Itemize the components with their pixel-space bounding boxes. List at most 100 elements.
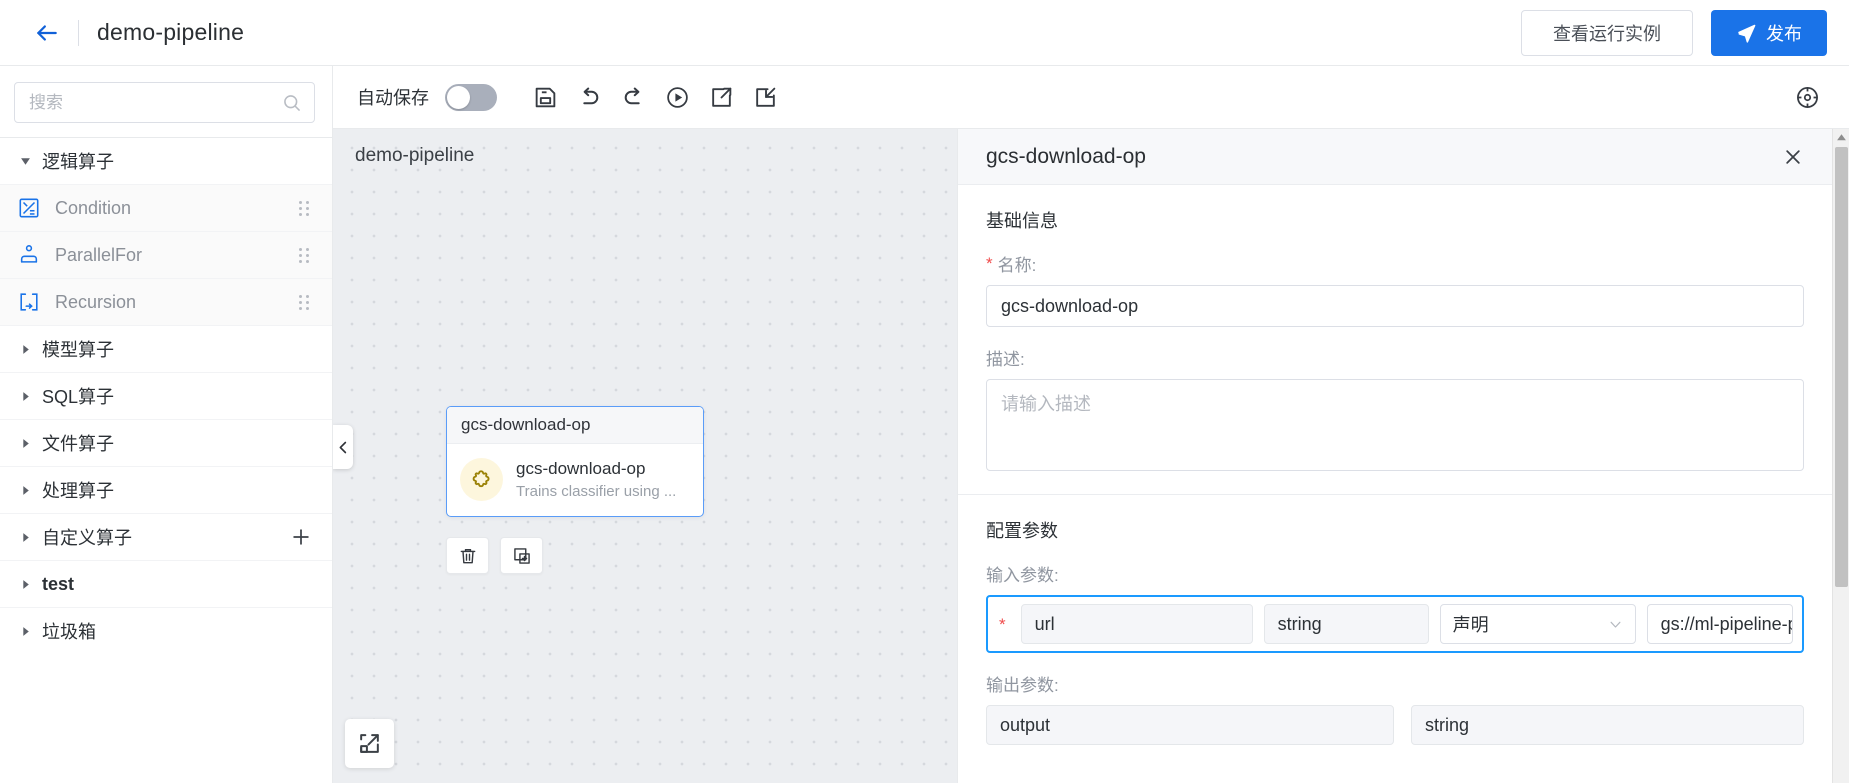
chevron-right-icon bbox=[16, 579, 34, 590]
node-body: gcs-download-op Trains classifier using … bbox=[447, 444, 703, 516]
search-container bbox=[0, 66, 332, 137]
sidebar-group-label: 文件算子 bbox=[42, 434, 114, 454]
main-column: 自动保存 demo-pipeline gcs-download-op gcs-d… bbox=[333, 66, 1849, 783]
delete-node-button[interactable] bbox=[446, 537, 489, 574]
import-button[interactable] bbox=[743, 77, 787, 117]
output-param-row: output string bbox=[986, 705, 1804, 745]
pipeline-canvas[interactable]: demo-pipeline gcs-download-op gcs-downlo… bbox=[333, 129, 957, 783]
page-title: demo-pipeline bbox=[97, 19, 245, 45]
search-input[interactable] bbox=[27, 91, 282, 114]
node-avatar bbox=[460, 458, 503, 502]
param-name-input[interactable]: url bbox=[1020, 604, 1253, 644]
sidebar-item-condition[interactable]: Condition bbox=[0, 184, 332, 231]
panel-scrollbar[interactable] bbox=[1832, 129, 1849, 783]
recursion-icon bbox=[16, 289, 42, 315]
basic-info-section: 基础信息 * 名称: 描述: bbox=[958, 185, 1832, 495]
chevron-right-icon bbox=[16, 626, 34, 637]
chevron-down-icon bbox=[1608, 617, 1623, 632]
chevron-down-icon bbox=[16, 156, 34, 167]
caret-up-icon bbox=[1836, 134, 1846, 141]
sidebar-item-label: Recursion bbox=[55, 291, 137, 312]
chevron-right-icon bbox=[16, 344, 34, 355]
panel-content: 基础信息 * 名称: 描述: bbox=[958, 185, 1832, 783]
output-param-name: output bbox=[986, 705, 1394, 745]
fit-to-screen-button[interactable] bbox=[345, 719, 394, 768]
scrollbar-thumb[interactable] bbox=[1834, 147, 1848, 587]
save-button[interactable] bbox=[523, 77, 567, 117]
scroll-up-button[interactable] bbox=[1832, 129, 1849, 146]
redo-button[interactable] bbox=[611, 77, 655, 117]
sidebar-group-trash[interactable]: 垃圾箱 bbox=[0, 607, 332, 654]
import-icon bbox=[755, 87, 775, 107]
sidebar-item-label: Condition bbox=[55, 197, 132, 218]
sidebar-item-recursion[interactable]: Recursion bbox=[0, 278, 332, 325]
pipeline-node[interactable]: gcs-download-op gcs-download-op Trains c… bbox=[446, 406, 704, 517]
description-field: 描述: bbox=[986, 345, 1804, 476]
run-icon bbox=[666, 86, 688, 108]
app-header: demo-pipeline 查看运行实例 发布 bbox=[0, 0, 1849, 66]
output-params-field: 输出参数: output string bbox=[986, 671, 1804, 745]
node-header: gcs-download-op bbox=[447, 407, 703, 444]
name-input[interactable] bbox=[986, 285, 1804, 327]
arrow-left-icon bbox=[37, 24, 57, 41]
drag-handle[interactable] bbox=[296, 294, 312, 310]
close-panel-button[interactable] bbox=[1778, 142, 1808, 172]
drag-handle[interactable] bbox=[296, 247, 312, 263]
search-box[interactable] bbox=[14, 82, 315, 123]
view-runs-label: 查看运行实例 bbox=[1553, 23, 1661, 44]
delete-icon bbox=[460, 548, 475, 563]
send-icon bbox=[1737, 24, 1756, 43]
sidebar-group-test[interactable]: test bbox=[0, 560, 332, 607]
node-toolbar bbox=[446, 537, 543, 574]
sidebar-group-model[interactable]: 模型算子 bbox=[0, 325, 332, 372]
sidebar-group-label: 模型算子 bbox=[42, 340, 114, 360]
settings-button[interactable] bbox=[1785, 77, 1829, 117]
close-icon bbox=[1786, 149, 1800, 164]
input-param-row[interactable]: * url string 声明 gs://ml-pipeline- bbox=[986, 595, 1804, 653]
publish-button[interactable]: 发布 bbox=[1711, 9, 1827, 56]
sidebar-group-logic[interactable]: 逻辑算子 bbox=[0, 137, 332, 184]
export-button[interactable] bbox=[699, 77, 743, 117]
sidebar-item-label: ParallelFor bbox=[55, 244, 143, 265]
parallel-for-icon bbox=[16, 242, 42, 268]
input-params-label: 输入参数: bbox=[986, 566, 1059, 585]
left-sidebar: 逻辑算子 Condition bbox=[0, 66, 333, 783]
param-source-select[interactable]: 声明 bbox=[1439, 604, 1636, 644]
sidebar-group-label: test bbox=[42, 573, 75, 594]
name-label-row: * 名称: bbox=[986, 251, 1804, 276]
required-marker: * bbox=[999, 614, 1006, 634]
chevron-right-icon bbox=[16, 438, 34, 449]
copy-node-button[interactable] bbox=[500, 537, 543, 574]
config-params-section: 配置参数 输入参数: * url string 声明 gs://ml-pipel… bbox=[958, 495, 1832, 763]
run-button[interactable] bbox=[655, 77, 699, 117]
sidebar-group-sql[interactable]: SQL算子 bbox=[0, 372, 332, 419]
node-config-panel: gcs-download-op 基础信息 * 名称: gcs-download-… bbox=[957, 129, 1832, 783]
add-custom-operator-button[interactable] bbox=[288, 524, 314, 550]
puzzle-icon bbox=[472, 470, 489, 488]
operator-tree: 逻辑算子 Condition ParallelFor Recursion 模型算… bbox=[0, 137, 332, 783]
sidebar-item-parallelfor[interactable]: ParallelFor bbox=[0, 231, 332, 278]
undo-button[interactable] bbox=[567, 77, 611, 117]
app-root: demo-pipeline 查看运行实例 发布 搜索 逻辑算子 Conditio… bbox=[0, 0, 1849, 783]
autosave-toggle[interactable] bbox=[445, 83, 497, 111]
save-icon bbox=[535, 87, 555, 107]
view-runs-button[interactable]: 查看运行实例 bbox=[1521, 9, 1693, 56]
workspace: demo-pipeline gcs-download-op gcs-downlo… bbox=[333, 129, 1849, 783]
chevron-right-icon bbox=[16, 391, 34, 402]
sidebar-group-custom[interactable]: 自定义算子 bbox=[0, 513, 332, 560]
sidebar-group-file[interactable]: 文件算子 bbox=[0, 419, 332, 466]
node-description: Trains classifier using ... bbox=[516, 482, 677, 500]
sidebar-group-process[interactable]: 处理算子 bbox=[0, 466, 332, 513]
canvas-wrapper: demo-pipeline gcs-download-op gcs-downlo… bbox=[333, 129, 957, 783]
back-button[interactable] bbox=[30, 16, 64, 50]
description-textarea[interactable] bbox=[986, 379, 1804, 471]
basic-info-title: 基础信息 bbox=[986, 211, 1058, 231]
toggle-knob bbox=[447, 85, 470, 109]
config-params-title: 配置参数 bbox=[986, 521, 1058, 541]
editor-toolbar: 自动保存 bbox=[333, 66, 1849, 129]
sidebar-group-label: 逻辑算子 bbox=[42, 152, 114, 172]
sidebar-collapse-toggle[interactable] bbox=[333, 425, 353, 469]
param-value-input[interactable]: gs://ml-pipeline-playgro bbox=[1646, 604, 1793, 644]
param-type-input[interactable]: string bbox=[1263, 604, 1429, 644]
drag-handle[interactable] bbox=[296, 200, 312, 216]
